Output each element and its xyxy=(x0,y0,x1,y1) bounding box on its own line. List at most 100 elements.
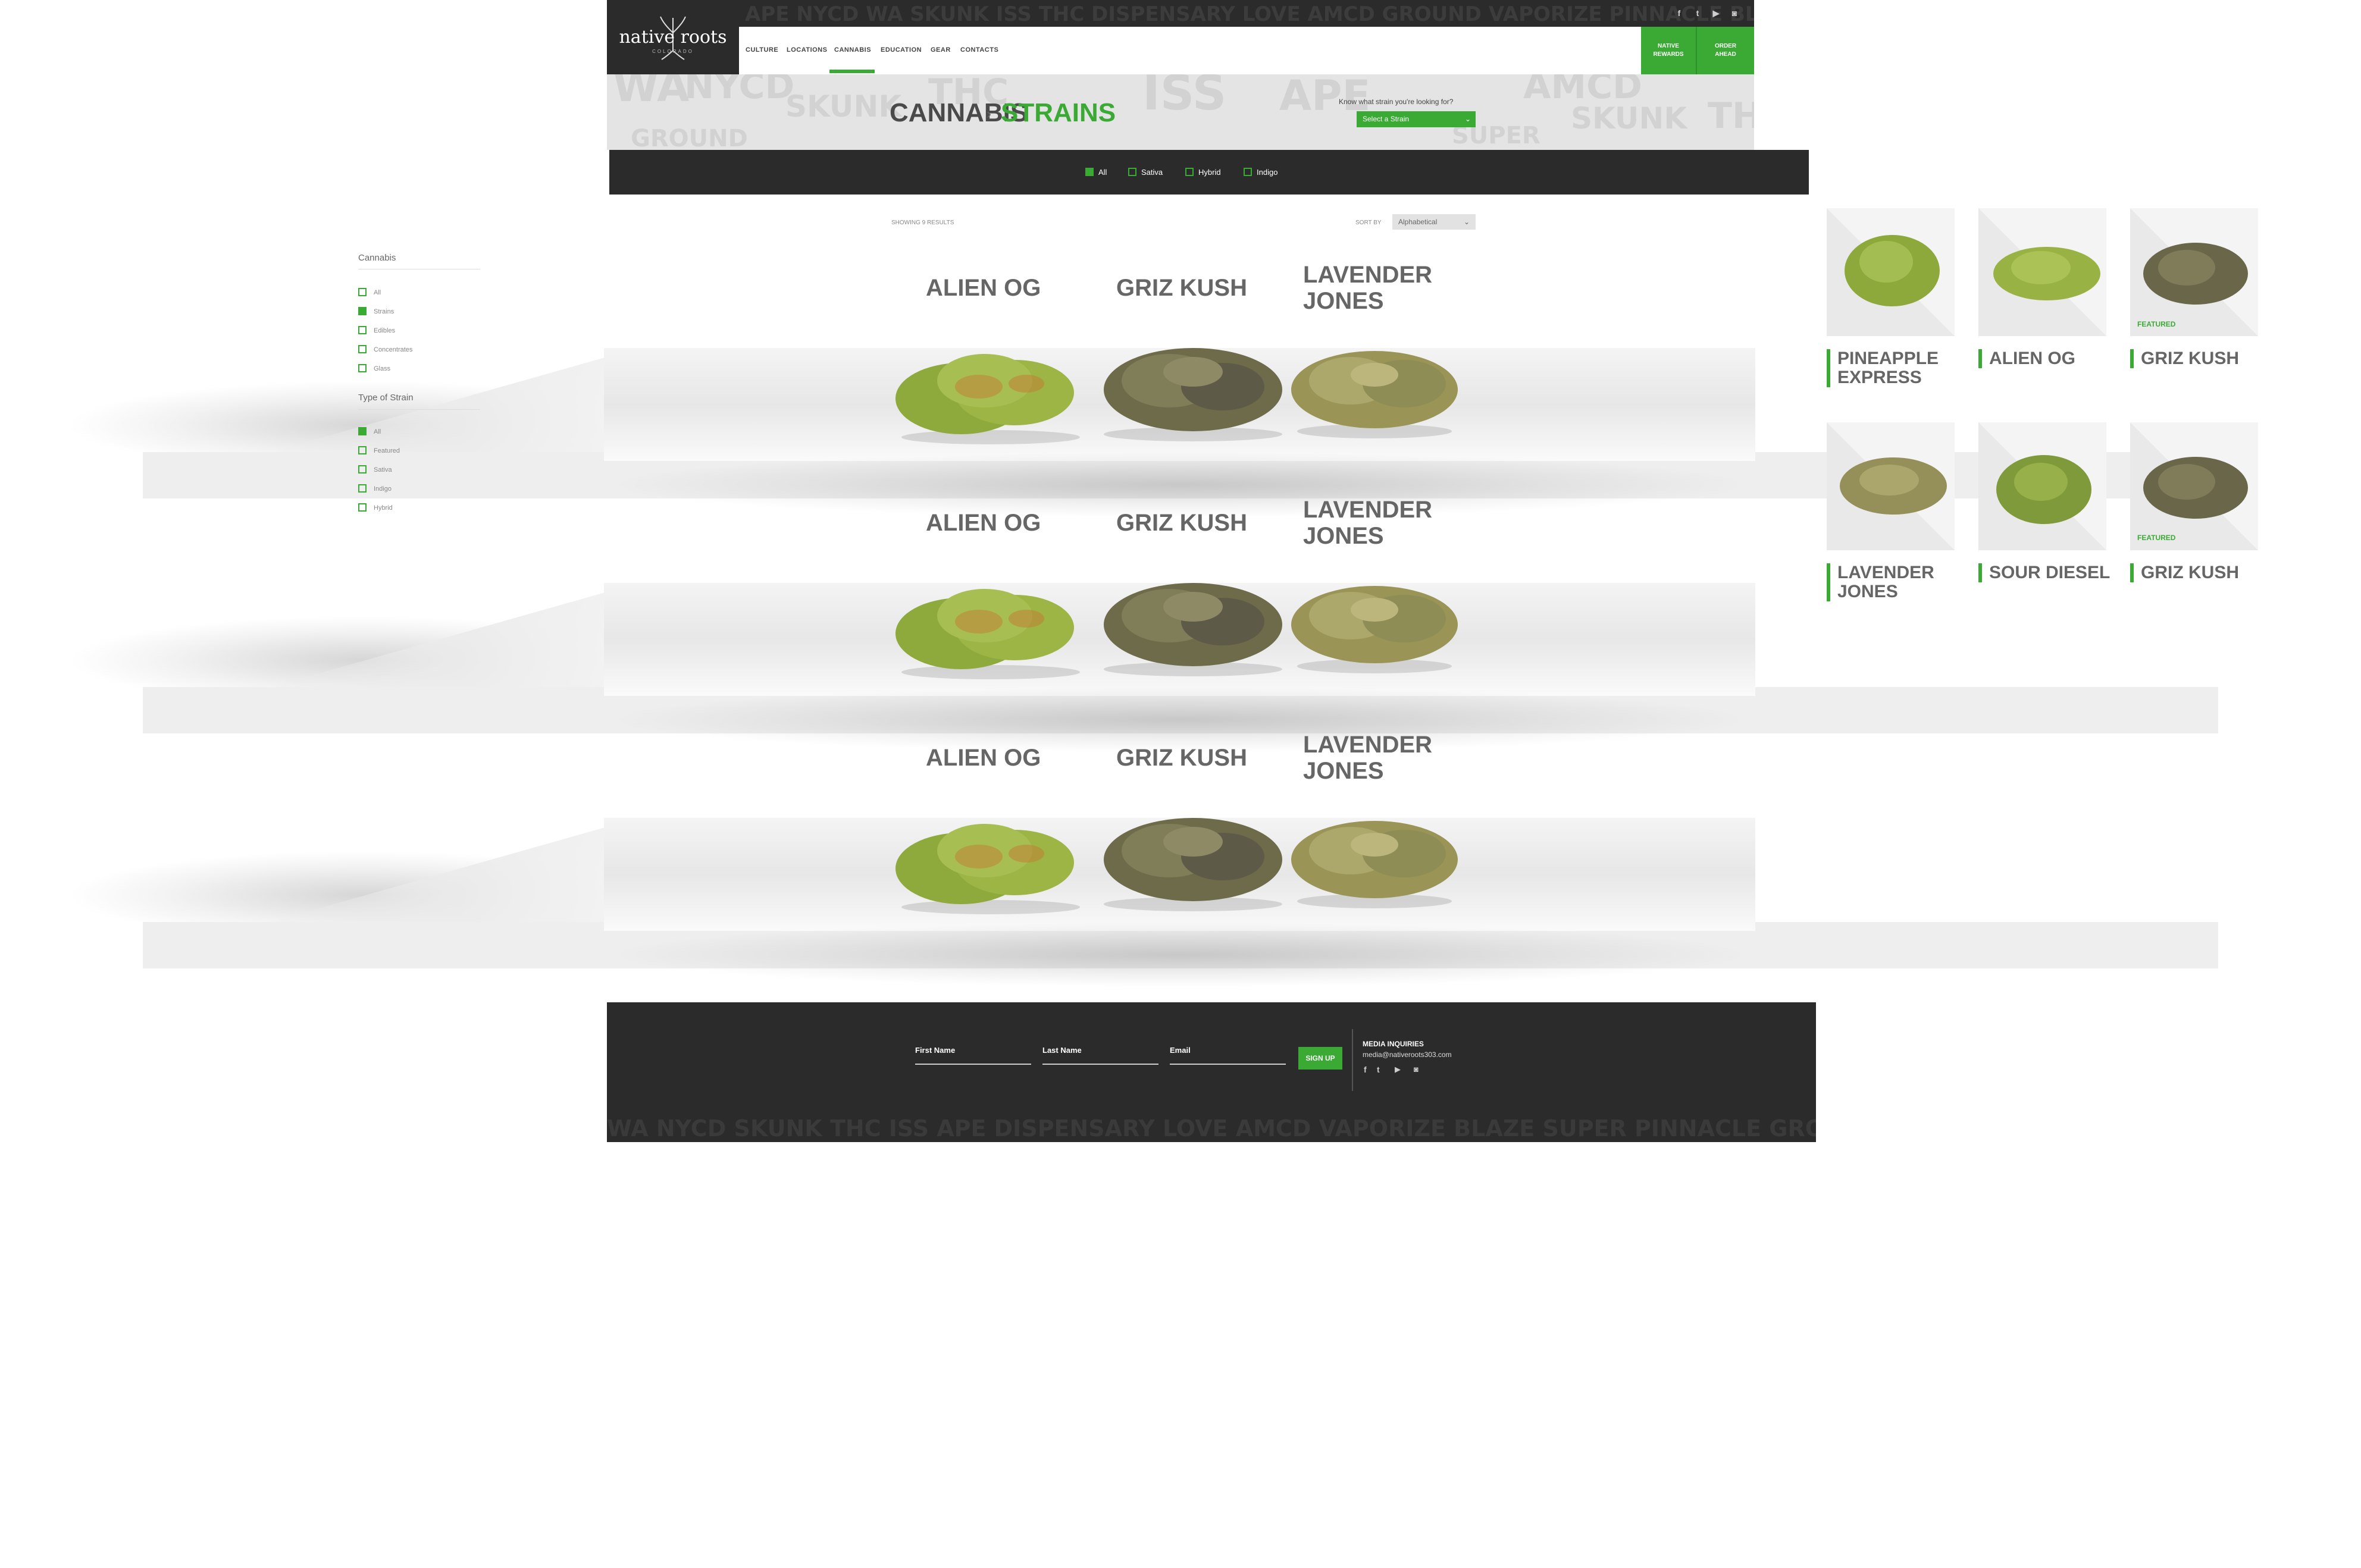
filter-all-label: All xyxy=(1098,168,1107,177)
footer: WA NYCD SKUNK THC ISS APE DISPENSARY LOV… xyxy=(607,1002,1816,1142)
sidebar-glass-label: Glass xyxy=(374,365,391,372)
sidebar-type-all-checkbox[interactable] xyxy=(358,427,367,435)
bud-thumb-alien-og[interactable] xyxy=(1987,235,2106,306)
strain-prompt: Know what strain you're looking for? xyxy=(1339,98,1454,106)
strain-name-alien-og[interactable]: ALIEN OG xyxy=(926,275,1041,301)
sidebar-sativa-checkbox[interactable] xyxy=(358,465,367,473)
strain-name-line: JONES xyxy=(1303,288,1384,314)
strain-name-line: GRIZ KUSH xyxy=(1116,510,1247,536)
strain-name-lavender-jones[interactable]: LAVENDER JONES xyxy=(1303,262,1432,314)
thumb-name-sour-diesel[interactable]: SOUR DIESEL xyxy=(1978,563,2110,582)
strain-name-griz-kush[interactable]: GRIZ KUSH xyxy=(1116,745,1247,771)
nav-education[interactable]: EDUCATION xyxy=(881,46,922,54)
filter-hybrid-checkbox[interactable] xyxy=(1185,168,1194,176)
last-name-input[interactable] xyxy=(1042,1064,1158,1065)
sidebar-concentrates-label: Concentrates xyxy=(374,346,413,353)
thumb-name-alien-og[interactable]: ALIEN OG xyxy=(1978,349,2075,368)
instagram-icon[interactable]: ◙ xyxy=(1414,1065,1419,1074)
sort-select[interactable]: Alphabetical ⌄ xyxy=(1392,214,1476,230)
sidebar-concentrates-checkbox[interactable] xyxy=(358,345,367,353)
first-name-input[interactable] xyxy=(915,1064,1031,1065)
rewards-line2: REWARDS xyxy=(1653,51,1684,58)
youtube-icon[interactable]: ▶ xyxy=(1395,1065,1401,1074)
thumb-name-griz-kush[interactable]: GRIZ KUSH xyxy=(2130,349,2239,368)
rewards-line1: NATIVE xyxy=(1658,43,1679,49)
native-rewards-button[interactable]: NATIVE REWARDS xyxy=(1641,27,1696,74)
bud-image-alien-og[interactable] xyxy=(890,562,1089,681)
bud-image-griz-kush[interactable] xyxy=(1092,794,1294,913)
bud-thumb-lavender-jones[interactable] xyxy=(1836,449,1952,520)
sidebar-glass-checkbox[interactable] xyxy=(358,364,367,372)
thumb-name-line: PINEAPPLE xyxy=(1837,349,1939,368)
nav-culture[interactable]: CULTURE xyxy=(746,46,778,54)
facebook-icon[interactable]: f xyxy=(1364,1065,1367,1074)
thumb-name-lavender-jones[interactable]: LAVENDER JONES xyxy=(1827,563,1934,601)
bud-thumb-griz-kush[interactable] xyxy=(2139,446,2252,523)
filter-indigo-checkbox[interactable] xyxy=(1244,168,1252,176)
bud-image-griz-kush[interactable] xyxy=(1092,324,1294,443)
bud-thumb-sour-diesel[interactable] xyxy=(1990,443,2097,532)
nav-contacts[interactable]: CONTACTS xyxy=(960,46,998,54)
sidebar-strains-checkbox[interactable] xyxy=(358,307,367,315)
thumb-name-line: SOUR DIESEL xyxy=(1989,563,2111,582)
strain-name-griz-kush[interactable]: GRIZ KUSH xyxy=(1116,275,1247,301)
order-line2: AHEAD xyxy=(1715,51,1736,58)
sidebar-indigo-checkbox[interactable] xyxy=(358,484,367,493)
sidebar-hybrid-checkbox[interactable] xyxy=(358,503,367,512)
footer-divider xyxy=(1352,1029,1353,1091)
strain-name-line: JONES xyxy=(1303,523,1384,549)
thumb-name-pineapple-express[interactable]: PINEAPPLE EXPRESS xyxy=(1827,349,1939,387)
nav-active-indicator xyxy=(829,70,875,73)
order-ahead-button[interactable]: ORDER AHEAD xyxy=(1697,27,1754,74)
email-input[interactable] xyxy=(1170,1064,1286,1065)
strain-name-alien-og[interactable]: ALIEN OG xyxy=(926,745,1041,771)
twitter-icon[interactable]: t xyxy=(1693,8,1702,18)
nav-locations[interactable]: LOCATIONS xyxy=(787,46,827,54)
bud-image-lavender-jones[interactable] xyxy=(1285,559,1464,678)
filter-sativa-checkbox[interactable] xyxy=(1128,168,1136,176)
strain-name-griz-kush[interactable]: GRIZ KUSH xyxy=(1116,510,1247,536)
filter-hybrid-label: Hybrid xyxy=(1198,168,1221,177)
sidebar-cannabis-title: Cannabis xyxy=(358,253,396,264)
twitter-icon[interactable]: t xyxy=(1377,1065,1380,1074)
strain-name-alien-og[interactable]: ALIEN OG xyxy=(926,510,1041,536)
bud-image-lavender-jones[interactable] xyxy=(1285,794,1464,913)
instagram-icon[interactable]: ◙ xyxy=(1730,8,1739,18)
sidebar-type-title: Type of Strain xyxy=(358,393,414,403)
strain-name-lavender-jones[interactable]: LAVENDER JONES xyxy=(1303,732,1432,784)
logo[interactable]: native roots COLORADO xyxy=(607,0,739,74)
thumb-name-griz-kush[interactable]: GRIZ KUSH xyxy=(2130,563,2239,582)
nav-gear[interactable]: GEAR xyxy=(931,46,951,54)
thumb-name-line: JONES xyxy=(1837,582,1898,601)
bud-image-alien-og[interactable] xyxy=(890,797,1089,916)
youtube-icon[interactable]: ▶ xyxy=(1711,8,1721,18)
filter-all-checkbox[interactable] xyxy=(1085,168,1094,176)
strain-filter-bar: All Sativa Hybrid Indigo xyxy=(609,150,1809,195)
sort-label: SORT BY xyxy=(1355,219,1382,226)
sidebar-type-title-text: Type of Strain xyxy=(358,393,414,403)
sidebar-cannabis-all-checkbox[interactable] xyxy=(358,288,367,296)
chevron-down-icon: ⌄ xyxy=(1464,115,1471,123)
strain-name-line: GRIZ KUSH xyxy=(1116,275,1247,301)
bud-thumb-griz-kush[interactable] xyxy=(2139,232,2252,309)
bud-image-griz-kush[interactable] xyxy=(1092,559,1294,678)
sidebar-featured-checkbox[interactable] xyxy=(358,446,367,454)
facebook-icon[interactable]: f xyxy=(1674,8,1684,18)
main-nav: CULTURE LOCATIONS CANNABIS EDUCATION GEA… xyxy=(739,27,1641,74)
chevron-down-icon: ⌄ xyxy=(1463,218,1470,226)
signup-button[interactable]: SIGN UP xyxy=(1298,1047,1342,1070)
bud-image-lavender-jones[interactable] xyxy=(1285,324,1464,443)
bud-thumb-pineapple-express[interactable] xyxy=(1839,223,1946,312)
nav-cannabis[interactable]: CANNABIS xyxy=(834,46,871,54)
media-email-link[interactable]: media@nativeroots303.com xyxy=(1363,1050,1452,1059)
strain-name-lavender-jones[interactable]: LAVENDER JONES xyxy=(1303,497,1432,549)
strain-name-line: GRIZ KUSH xyxy=(1116,745,1247,771)
sidebar-featured-label: Featured xyxy=(374,447,400,454)
bud-image-alien-og[interactable] xyxy=(890,327,1089,446)
logo-text: native roots xyxy=(619,27,727,48)
strain-select[interactable]: Select a Strain ⌄ xyxy=(1357,111,1476,127)
sidebar-edibles-checkbox[interactable] xyxy=(358,326,367,334)
thumb-name-line: GRIZ KUSH xyxy=(2141,349,2239,368)
strain-name-line: LAVENDER xyxy=(1303,262,1433,288)
sidebar-edibles-label: Edibles xyxy=(374,327,396,334)
